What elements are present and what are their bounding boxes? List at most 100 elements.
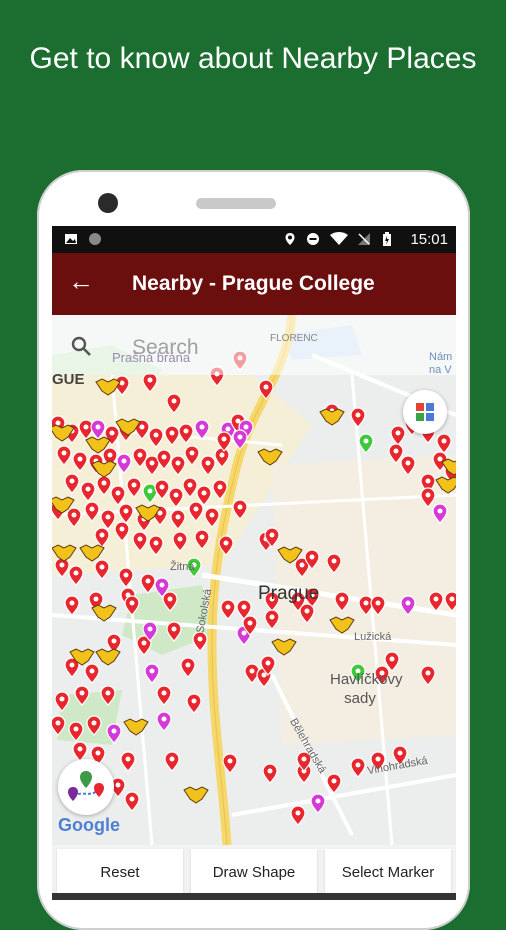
map-marker-dot bbox=[425, 478, 431, 484]
map-marker-dot bbox=[425, 492, 431, 498]
map-marker-dot bbox=[99, 532, 105, 538]
map-marker-dot bbox=[177, 536, 183, 542]
map-marker-dot bbox=[91, 720, 97, 726]
map-layers-button[interactable] bbox=[403, 390, 447, 434]
route-draw-button[interactable] bbox=[58, 759, 114, 815]
map-marker-dot bbox=[129, 796, 135, 802]
map-marker-dot bbox=[227, 758, 233, 764]
map-marker-dot bbox=[129, 600, 135, 606]
draw-shape-button[interactable]: Draw Shape bbox=[191, 849, 317, 895]
map-marker-dot bbox=[363, 438, 369, 444]
map-marker-dot bbox=[89, 506, 95, 512]
map-marker-dot bbox=[241, 630, 247, 636]
status-bar: 15:01 bbox=[52, 226, 456, 253]
map-marker-dot bbox=[263, 384, 269, 390]
map-marker-dot bbox=[331, 778, 337, 784]
map-marker-dot bbox=[123, 508, 129, 514]
map-marker-dot bbox=[237, 504, 243, 510]
map-marker-dot bbox=[437, 508, 443, 514]
phone-speaker bbox=[196, 198, 276, 209]
map-marker-dot bbox=[175, 514, 181, 520]
map-marker-dot bbox=[105, 690, 111, 696]
map-marker-dot bbox=[243, 424, 249, 430]
map-view[interactable]: Search FLORENC Prašná brána GUE Nám na V… bbox=[52, 315, 456, 845]
map-marker-dot bbox=[95, 750, 101, 756]
map-marker-dot bbox=[221, 436, 227, 442]
map-marker-dot bbox=[225, 604, 231, 610]
map-marker-dot bbox=[433, 596, 439, 602]
map-marker-dot bbox=[449, 596, 455, 602]
search-icon[interactable] bbox=[70, 335, 92, 357]
google-logo: Google bbox=[58, 815, 120, 835]
map-marker-dot bbox=[265, 660, 271, 666]
map-marker-dot bbox=[159, 484, 165, 490]
map-marker-dot bbox=[69, 662, 75, 668]
map-marker-dot bbox=[55, 720, 61, 726]
map-marker-dot bbox=[209, 512, 215, 518]
reset-button[interactable]: Reset bbox=[57, 849, 183, 895]
map-marker-place-icon[interactable] bbox=[183, 786, 209, 804]
map-marker-dot bbox=[363, 600, 369, 606]
map-marker-dot bbox=[119, 380, 125, 386]
back-arrow-icon[interactable]: ← bbox=[68, 266, 94, 296]
map-marker-dot bbox=[183, 428, 189, 434]
map-marker-dot bbox=[425, 670, 431, 676]
map-marker-dot bbox=[205, 460, 211, 466]
map-marker-dot bbox=[147, 488, 153, 494]
map-marker-dot bbox=[69, 600, 75, 606]
map-marker-dot bbox=[119, 526, 125, 532]
bottom-action-bar: Reset Draw Shape Select Marker bbox=[52, 845, 456, 900]
map-marker-dot bbox=[197, 636, 203, 642]
map-marker-dot bbox=[161, 454, 167, 460]
map-marker-dot bbox=[223, 540, 229, 546]
map-marker-dot bbox=[131, 482, 137, 488]
map-marker-dot bbox=[339, 596, 345, 602]
map-marker-dot bbox=[389, 656, 395, 662]
map-marker-dot bbox=[59, 696, 65, 702]
map-marker-dot bbox=[137, 536, 143, 542]
map-marker-dot bbox=[167, 596, 173, 602]
battery-icon bbox=[383, 232, 391, 246]
route-pins-icon bbox=[68, 771, 104, 801]
map-marker-dot bbox=[147, 626, 153, 632]
app-bar-title: Nearby - Prague College bbox=[132, 272, 375, 295]
map-label-luzicka: Lužická bbox=[354, 631, 392, 643]
grid-apps-icon bbox=[416, 403, 434, 421]
map-label-namesti: Nám na V bbox=[429, 351, 453, 376]
map-marker-dot bbox=[161, 690, 167, 696]
map-marker-dot bbox=[331, 558, 337, 564]
map-label-florenc: FLORENC bbox=[270, 333, 318, 344]
map-marker-dot bbox=[123, 572, 129, 578]
map-marker-dot bbox=[169, 756, 175, 762]
map-marker-place-icon[interactable] bbox=[95, 648, 121, 666]
map-marker-dot bbox=[59, 562, 65, 568]
map-marker-dot bbox=[441, 438, 447, 444]
map-marker-dot bbox=[121, 458, 127, 464]
search-bar[interactable]: Search bbox=[52, 315, 456, 375]
map-label-prasna-brana: Prašná brána bbox=[112, 350, 191, 365]
map-label-gue: GUE bbox=[52, 371, 85, 388]
map-marker-dot bbox=[247, 620, 253, 626]
headline: Get to know about Nearby Places bbox=[29, 42, 477, 75]
map-marker-dot bbox=[267, 768, 273, 774]
map-marker-dot bbox=[149, 460, 155, 466]
map-marker-dot bbox=[107, 452, 113, 458]
map-marker-dot bbox=[171, 398, 177, 404]
map-marker-dot bbox=[249, 668, 255, 674]
map-marker-dot bbox=[393, 448, 399, 454]
map-marker-dot bbox=[355, 762, 361, 768]
nav-bar bbox=[52, 893, 456, 900]
map-marker-dot bbox=[139, 424, 145, 430]
select-marker-button[interactable]: Select Marker bbox=[325, 849, 451, 895]
map-marker-dot bbox=[375, 600, 381, 606]
map-marker-dot bbox=[261, 672, 267, 678]
map-marker-dot bbox=[85, 486, 91, 492]
map-marker-dot bbox=[187, 482, 193, 488]
map-marker-place-icon[interactable] bbox=[123, 718, 149, 736]
map-marker-dot bbox=[111, 638, 117, 644]
map-marker-dot bbox=[199, 424, 205, 430]
map-marker-dot bbox=[193, 506, 199, 512]
map-marker-dot bbox=[149, 668, 155, 674]
map-marker-dot bbox=[109, 430, 115, 436]
map-marker-dot bbox=[105, 514, 111, 520]
